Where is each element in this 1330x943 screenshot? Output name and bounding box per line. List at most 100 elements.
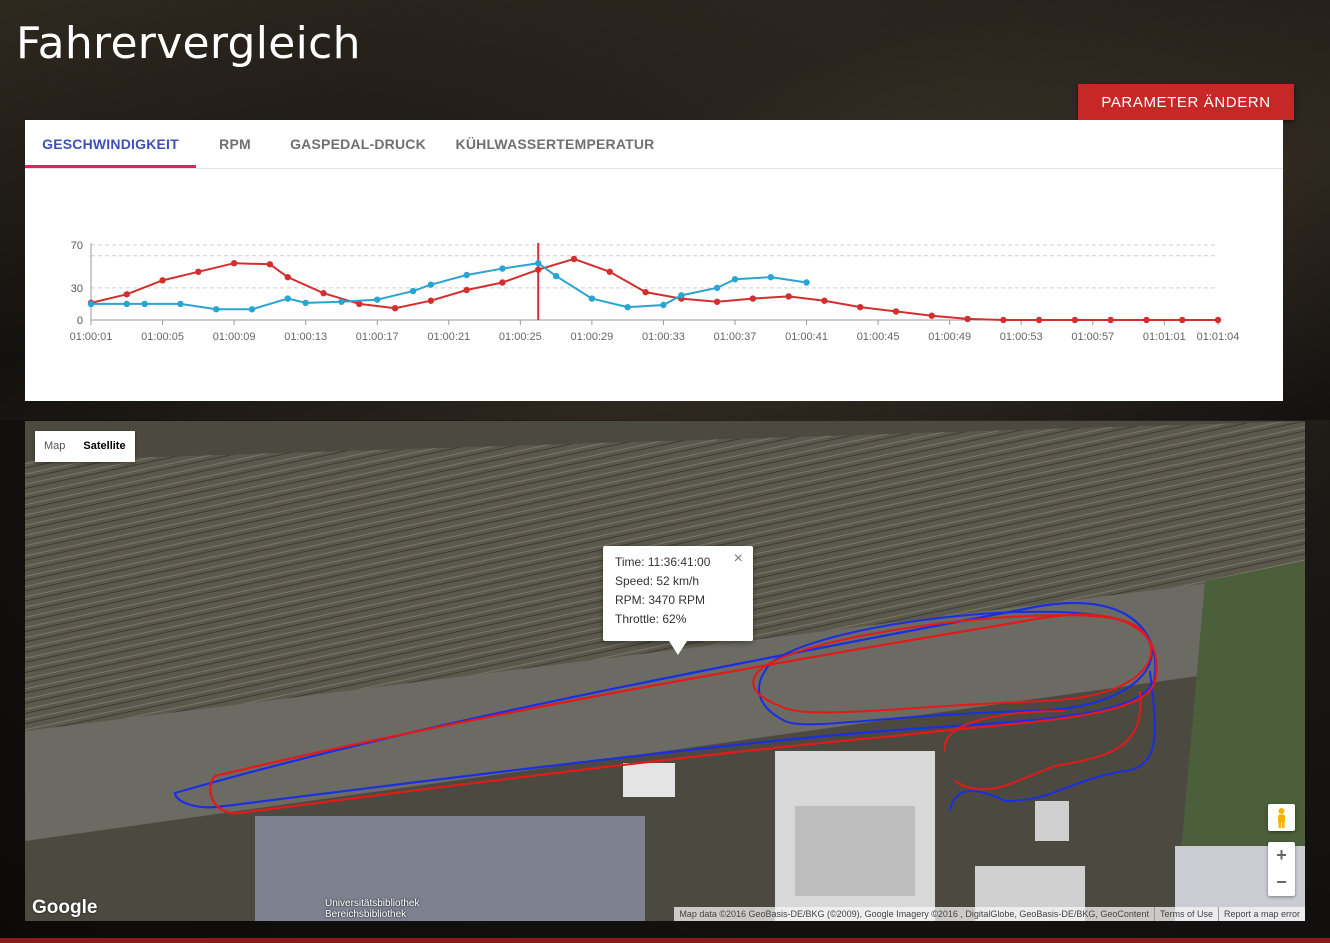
tab-rpm[interactable]: RPM (196, 120, 274, 168)
data-point (1071, 316, 1079, 324)
x-tick-label: 01:00:17 (356, 331, 399, 343)
x-tick-label: 01:00:33 (642, 331, 685, 343)
data-point (177, 300, 184, 308)
x-tick-label: 01:00:29 (570, 331, 613, 343)
x-tick-label: 01:00:05 (141, 331, 184, 343)
map-type-control: Map Satellite (35, 431, 135, 462)
data-point (821, 297, 828, 304)
data-point (785, 293, 792, 300)
y-tick-label: 70 (71, 240, 83, 252)
zoom-in-button[interactable]: + (1268, 842, 1295, 869)
speed-line-chart[interactable]: 0 30 70 01:00:01 01:00:05 01:00:09 01:00:13 01:… (25, 168, 1283, 400)
data-point (928, 312, 935, 319)
data-point (767, 273, 774, 281)
data-point (391, 305, 399, 312)
data-point (499, 279, 506, 286)
x-tick-label: 01:00:41 (785, 331, 828, 343)
data-point (624, 303, 631, 311)
attribution-text: Map data ©2016 GeoBasis-DE/BKG (©2009), … (679, 909, 1149, 919)
report-map-error-link[interactable]: Report a map error (1217, 907, 1305, 921)
data-point (427, 281, 435, 288)
data-point (87, 300, 95, 308)
data-point (338, 298, 345, 305)
map-type-map-button[interactable]: Map (35, 431, 74, 462)
data-point (320, 290, 327, 297)
zoom-out-button[interactable]: − (1268, 869, 1295, 896)
data-point (1179, 316, 1186, 324)
map-attribution: Map data ©2016 GeoBasis-DE/BKG (©2009), … (674, 907, 1305, 921)
data-point (195, 268, 202, 275)
data-point (749, 295, 757, 302)
data-point (463, 271, 470, 279)
map-type-satellite-button[interactable]: Satellite (74, 431, 134, 462)
data-point (230, 260, 238, 267)
zoom-control: + − (1268, 842, 1295, 896)
x-tick-label: 01:00:25 (499, 331, 542, 343)
series-line-1 (90, 257, 1218, 321)
data-point (606, 268, 613, 275)
data-point (302, 299, 309, 307)
x-tick-label: 01:00:09 (213, 331, 256, 343)
tab-throttle[interactable]: GASPEDAL-DRUCK (274, 120, 442, 168)
pegman-icon[interactable] (1268, 804, 1295, 831)
info-window: Time: 11:36:41:00 Speed: 52 km/h RPM: 34… (603, 546, 753, 655)
small-building (623, 763, 675, 797)
building-roof (795, 806, 915, 896)
data-point (588, 295, 596, 302)
page-title: Fahrervergleich (16, 18, 361, 69)
building-roof (255, 816, 645, 921)
data-point (964, 315, 971, 323)
pegman-icon-graphic (1278, 808, 1285, 828)
x-tick-label: 01:01:04 (1197, 331, 1240, 343)
data-point (159, 277, 166, 284)
terms-of-use-link[interactable]: Terms of Use (1153, 907, 1218, 921)
small-building (1035, 801, 1069, 841)
google-logo: Google (32, 897, 98, 918)
data-point (248, 306, 256, 313)
info-speed: Speed: 52 km/h (615, 574, 700, 588)
data-point (660, 301, 667, 309)
close-icon[interactable]: × (734, 550, 743, 568)
data-point (499, 265, 506, 272)
chart-card: GESCHWINDIGKEIT RPM GASPEDAL-DRUCK KÜHLW… (25, 120, 1283, 401)
map-view[interactable]: Map Satellite Time: 11:36:41:00 Speed: 5… (25, 421, 1305, 921)
data-point (552, 272, 560, 280)
data-point (535, 260, 542, 267)
change-parameters-button[interactable]: PARAMETER ÄNDERN (1078, 84, 1294, 120)
data-point (266, 261, 274, 268)
data-point (213, 306, 220, 313)
data-point (427, 297, 435, 304)
data-point (731, 276, 739, 283)
data-point (535, 266, 542, 273)
satellite-imagery[interactable] (25, 421, 1305, 921)
data-point (803, 279, 810, 286)
info-time: Time: 11:36:41:00 (615, 555, 711, 569)
data-point (1035, 316, 1043, 324)
data-point (713, 298, 721, 305)
data-point (123, 291, 130, 298)
x-tick-label: 01:00:49 (928, 331, 971, 343)
x-tick-label: 01:00:37 (714, 331, 757, 343)
data-point (678, 292, 685, 299)
data-point (141, 300, 148, 308)
data-point (1107, 316, 1114, 324)
x-tick-label: 01:00:21 (427, 331, 470, 343)
data-point (642, 288, 649, 296)
data-point (857, 303, 864, 311)
x-tick-label: 01:00:01 (70, 331, 113, 343)
tab-speed[interactable]: GESCHWINDIGKEIT (25, 120, 196, 168)
info-rpm: RPM: 3470 RPM (615, 593, 706, 607)
tab-coolant-temperature[interactable]: KÜHLWASSERTEMPERATUR (442, 120, 668, 168)
x-tick-label: 01:00:45 (857, 331, 900, 343)
data-point (463, 286, 470, 294)
data-point (123, 300, 130, 308)
x-tick-label: 01:00:53 (1000, 331, 1043, 343)
data-point (892, 308, 900, 315)
x-tick-label: 01:00:13 (284, 331, 327, 343)
x-tick-label: 01:01:01 (1143, 331, 1186, 343)
y-tick-label: 0 (77, 315, 83, 327)
data-point (1214, 316, 1222, 324)
data-point (1000, 316, 1007, 324)
y-tick-label: 30 (71, 283, 83, 295)
data-point (409, 287, 417, 295)
